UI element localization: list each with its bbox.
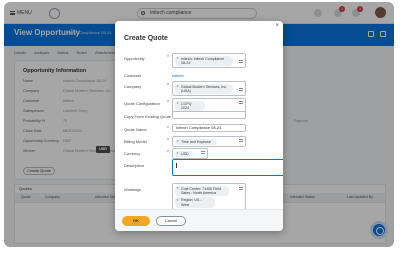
list-icon[interactable] xyxy=(201,151,205,154)
ok-button[interactable]: OK xyxy=(122,216,150,226)
opportunity-pill[interactable]: Initech: Initech Compliance 08-24 xyxy=(175,55,233,66)
dialog-footer: OK Cancel xyxy=(115,209,283,231)
dialog-title: Create Quote xyxy=(124,35,168,42)
worktag-pill[interactable]: Region: US - West xyxy=(175,197,215,208)
required-marker: * xyxy=(167,150,169,156)
tooltip: USD xyxy=(96,146,110,153)
text-caret xyxy=(176,163,177,168)
list-icon[interactable] xyxy=(239,139,243,142)
list-icon[interactable] xyxy=(239,101,243,104)
billing-model-field[interactable]: Time and Expense xyxy=(172,136,246,148)
required-marker: * xyxy=(167,83,169,89)
opportunity-field[interactable]: Initech: Initech Compliance 08-24 xyxy=(172,53,246,69)
opportunity-label: Opportunity xyxy=(124,56,145,61)
copy-from-field[interactable] xyxy=(172,111,246,119)
copy-from-label: Copy From Existing Quote xyxy=(124,114,171,119)
list-icon[interactable] xyxy=(239,60,243,63)
quote-name-label: Quote Name xyxy=(124,127,147,132)
currency-pill[interactable]: USD xyxy=(175,150,193,157)
create-quote-dialog: × Create Quote Opportunity * Initech: In… xyxy=(115,21,283,231)
company-pill[interactable]: Global Modern Services, Inc (USA) xyxy=(175,83,233,94)
description-label: Description xyxy=(124,163,145,168)
currency-field[interactable]: USD xyxy=(172,148,208,160)
worktags-field[interactable]: Cost Center: 71400 Field Sales - North A… xyxy=(172,183,246,211)
cancel-button[interactable]: Cancel xyxy=(156,216,186,226)
billing-model-pill[interactable]: Time and Expense xyxy=(175,138,217,145)
worktags-label: Worktags xyxy=(124,187,141,192)
quote-config-label: Quote Configuration xyxy=(124,101,160,106)
description-textarea[interactable] xyxy=(172,159,283,176)
list-icon[interactable] xyxy=(239,88,243,91)
list-icon[interactable] xyxy=(239,187,243,190)
quote-config-pill[interactable]: CCPQ 2024 xyxy=(175,100,205,111)
required-marker: * xyxy=(167,55,169,61)
customer-label: Customer xyxy=(124,73,142,78)
required-marker: * xyxy=(167,126,169,132)
currency-label: Currency xyxy=(124,151,141,156)
quote-name-field[interactable]: Initech Compliance 08-24 xyxy=(172,124,246,132)
company-field[interactable]: Global Modern Services, Inc (USA) xyxy=(172,81,246,97)
required-marker: * xyxy=(167,100,169,106)
required-marker: * xyxy=(167,138,169,144)
billing-model-label: Billing Model xyxy=(124,139,147,144)
customer-link[interactable]: Initech xyxy=(172,73,184,78)
close-icon[interactable]: × xyxy=(275,23,279,29)
company-label: Company xyxy=(124,84,142,89)
worktag-pill[interactable]: Cost Center: 71400 Field Sales - North A… xyxy=(175,185,229,196)
